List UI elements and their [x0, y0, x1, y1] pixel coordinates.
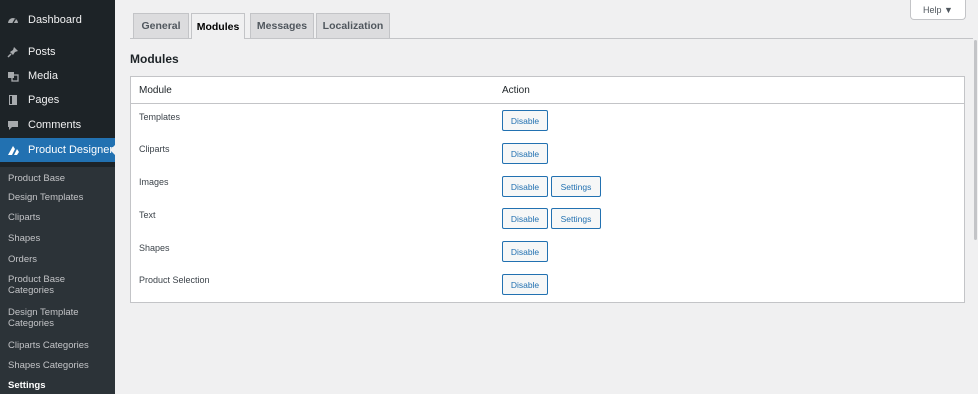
- admin-sidebar: Dashboard Posts Media Pages Comments Pro…: [0, 0, 116, 394]
- menu-label: Product Designer: [28, 144, 113, 156]
- menu-item-comments[interactable]: Comments: [0, 113, 115, 137]
- page-title: Modules: [130, 52, 179, 66]
- menu-item-posts[interactable]: Posts: [0, 40, 115, 64]
- page-icon: [6, 93, 20, 107]
- comment-icon: [6, 118, 20, 132]
- tab-localization[interactable]: Localization: [316, 13, 390, 38]
- tab-messages[interactable]: Messages: [250, 13, 314, 38]
- submenu-item-shapes[interactable]: Shapes: [8, 233, 113, 244]
- menu-label: Media: [28, 70, 58, 82]
- tab-modules[interactable]: Modules: [191, 13, 245, 39]
- module-name: Cliparts: [139, 144, 170, 154]
- submenu-item-product-base[interactable]: Product Base: [8, 173, 113, 184]
- submenu-item-orders[interactable]: Orders: [8, 254, 113, 265]
- menu-label: Pages: [28, 94, 60, 106]
- submenu-item-cliparts[interactable]: Cliparts: [8, 212, 113, 223]
- modules-table: Module Action Templates Disable Cliparts…: [130, 76, 965, 303]
- menu-item-dashboard[interactable]: Dashboard: [0, 8, 115, 32]
- disable-button[interactable]: Disable: [502, 274, 548, 295]
- menu-label: Comments: [28, 119, 82, 131]
- submenu-item-settings[interactable]: Settings: [8, 380, 113, 391]
- dashboard-icon: [6, 13, 20, 27]
- module-name: Shapes: [139, 243, 170, 253]
- settings-button[interactable]: Settings: [551, 208, 601, 229]
- menu-item-pages[interactable]: Pages: [0, 88, 115, 112]
- settings-tabs: General Modules Messages Localization: [130, 13, 978, 39]
- disable-button[interactable]: Disable: [502, 143, 548, 164]
- product-designer-icon: [6, 143, 20, 157]
- tab-general[interactable]: General: [133, 13, 189, 38]
- scrollbar-thumb[interactable]: [974, 40, 977, 240]
- menu-label: Posts: [28, 46, 56, 58]
- submenu-item-design-templates[interactable]: Design Templates: [8, 192, 113, 203]
- disable-button[interactable]: Disable: [502, 110, 548, 131]
- module-name: Templates: [139, 112, 181, 122]
- submenu-item-cliparts-categories[interactable]: Cliparts Categories: [8, 340, 113, 351]
- module-name: Text: [139, 210, 156, 220]
- submenu-item-product-base-categories[interactable]: Product Base Categories: [8, 274, 78, 296]
- menu-item-media[interactable]: Media: [0, 64, 115, 88]
- menu-item-product-designer[interactable]: Product Designer: [0, 138, 116, 162]
- disable-button[interactable]: Disable: [502, 241, 548, 262]
- submenu-item-design-template-categories[interactable]: Design Template Categories: [8, 307, 88, 329]
- product-designer-submenu: Product Base Design Templates Cliparts S…: [0, 167, 115, 394]
- table-header: Module Action: [131, 77, 964, 104]
- column-header-module: Module: [139, 85, 172, 96]
- menu-label: Dashboard: [28, 14, 82, 26]
- disable-button[interactable]: Disable: [502, 176, 548, 197]
- column-header-action: Action: [502, 85, 530, 96]
- submenu-item-shapes-categories[interactable]: Shapes Categories: [8, 360, 113, 371]
- media-icon: [6, 69, 20, 83]
- module-name: Images: [139, 177, 169, 187]
- pin-icon: [6, 45, 20, 59]
- module-name: Product Selection: [139, 275, 210, 285]
- disable-button[interactable]: Disable: [502, 208, 548, 229]
- settings-button[interactable]: Settings: [551, 176, 601, 197]
